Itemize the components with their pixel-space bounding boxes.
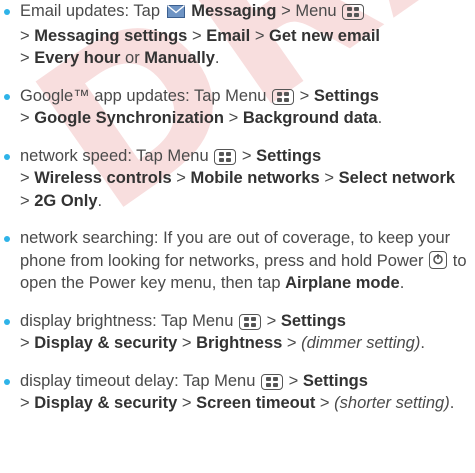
menu-key-icon xyxy=(214,148,237,165)
tip-text: Email updates: Tap xyxy=(20,2,161,20)
every-hour-label: Every hour xyxy=(34,49,121,67)
display-security-label: Display & security xyxy=(34,334,178,352)
manually-label: Manually xyxy=(144,49,215,67)
two-g-only-label: 2G Only xyxy=(34,191,98,210)
list-item-google-app-updates: Google™ app updates: Tap Menu > Settings… xyxy=(0,85,475,130)
list-item-network-searching: network searching: If you are out of cov… xyxy=(0,227,475,295)
menu-key-icon xyxy=(261,373,284,390)
mobile-networks-label: Mobile networks xyxy=(190,169,320,187)
menu-key-icon xyxy=(239,313,261,330)
airplane-mode-label: Airplane mode xyxy=(285,274,400,292)
battery-tips-list: Email updates: Tap Messaging > Menu > Me… xyxy=(0,0,475,415)
list-item-display-brightness: display brightness: Tap Menu > Settings … xyxy=(0,310,475,355)
menu-key-icon xyxy=(272,88,295,105)
wireless-controls-label: Wireless controls xyxy=(34,169,172,187)
get-new-email-label: Get new email xyxy=(269,26,381,45)
tip-text: display timeout delay: Tap Menu xyxy=(20,371,256,390)
screen-timeout-label: Screen timeout xyxy=(196,394,316,412)
messaging-settings-label: Messaging settings xyxy=(34,26,188,45)
dimmer-setting-label: (dimmer setting) xyxy=(301,334,421,352)
power-key-icon xyxy=(429,250,448,269)
settings-label: Settings xyxy=(313,86,379,105)
menu-key-icon xyxy=(342,4,365,20)
list-item-network-speed: network speed: Tap Menu > Settings > Wir… xyxy=(0,145,475,213)
display-security-label: Display & security xyxy=(34,394,178,412)
google-synchronization-label: Google Synchronization xyxy=(34,109,224,127)
settings-label: Settings xyxy=(302,371,368,390)
tip-text: Google™ app updates: Tap Menu xyxy=(20,86,267,105)
tip-text: display brightness: Tap Menu xyxy=(20,311,234,330)
tip-text: network speed: Tap Menu xyxy=(20,146,209,165)
brightness-label: Brightness xyxy=(196,334,283,352)
list-item-email-updates: Email updates: Tap Messaging > Menu > Me… xyxy=(0,0,475,70)
messaging-icon xyxy=(166,2,185,25)
messaging-label: Messaging xyxy=(191,2,277,20)
email-label: Email xyxy=(206,26,251,45)
tip-text: network searching: If you are out of cov… xyxy=(20,229,451,270)
settings-label: Settings xyxy=(256,146,322,165)
select-network-label: Select network xyxy=(338,169,456,187)
background-data-label: Background data xyxy=(242,109,378,127)
shorter-setting-label: (shorter setting) xyxy=(334,394,450,412)
settings-label: Settings xyxy=(280,311,346,330)
list-item-display-timeout: display timeout delay: Tap Menu > Settin… xyxy=(0,370,475,415)
